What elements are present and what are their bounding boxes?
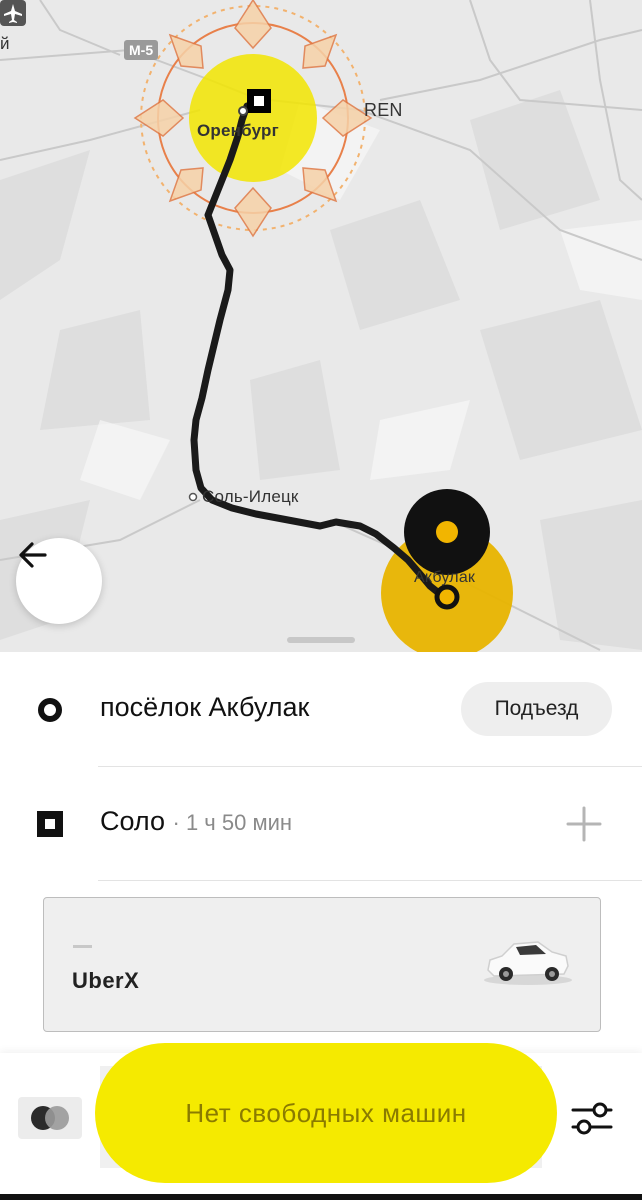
tariff-name: UberX	[72, 968, 140, 993]
pickup-address: посёлок Акбулак	[100, 692, 310, 722]
square-marker-icon	[37, 811, 63, 837]
order-button[interactable]: Нет свободных машин	[95, 1043, 557, 1183]
road-badge: M-5	[124, 40, 159, 60]
airplane-icon	[0, 0, 26, 26]
mastercard-icon	[31, 1106, 69, 1130]
entrance-button[interactable]: Подъезд	[461, 682, 612, 736]
sheet-drag-handle[interactable]	[287, 637, 355, 643]
trip-eta: · 1 ч 50 мин	[172, 810, 293, 835]
tariff-card-uberx[interactable]: UberX	[43, 897, 601, 1032]
map-edge-label: й	[0, 34, 10, 53]
town-via-label: Соль-Илецк	[202, 487, 299, 506]
divider	[98, 880, 642, 881]
town-destination-label: Акбулак	[414, 569, 476, 586]
city-origin-label: Оренбург	[197, 121, 279, 140]
ring-marker-icon	[38, 698, 62, 722]
arrow-left-icon	[19, 542, 47, 568]
destination-address: Соло · 1 ч 50 мин	[100, 806, 292, 837]
price-placeholder	[73, 945, 92, 948]
divider	[98, 766, 642, 767]
route-map[interactable]: M-5 й REN Оренбург Соль-Илецк Акбулак	[0, 0, 642, 652]
payment-method-button[interactable]	[18, 1097, 82, 1139]
plus-icon[interactable]	[566, 806, 602, 842]
car-icon	[484, 941, 572, 985]
destination-name: Соло	[100, 806, 165, 836]
map-canvas	[0, 0, 642, 652]
sliders-icon[interactable]	[570, 1098, 614, 1138]
back-button[interactable]	[16, 538, 102, 624]
mandala-decoration	[133, 0, 373, 238]
system-nav-bar	[0, 1194, 642, 1200]
airport-label: REN	[364, 100, 403, 120]
